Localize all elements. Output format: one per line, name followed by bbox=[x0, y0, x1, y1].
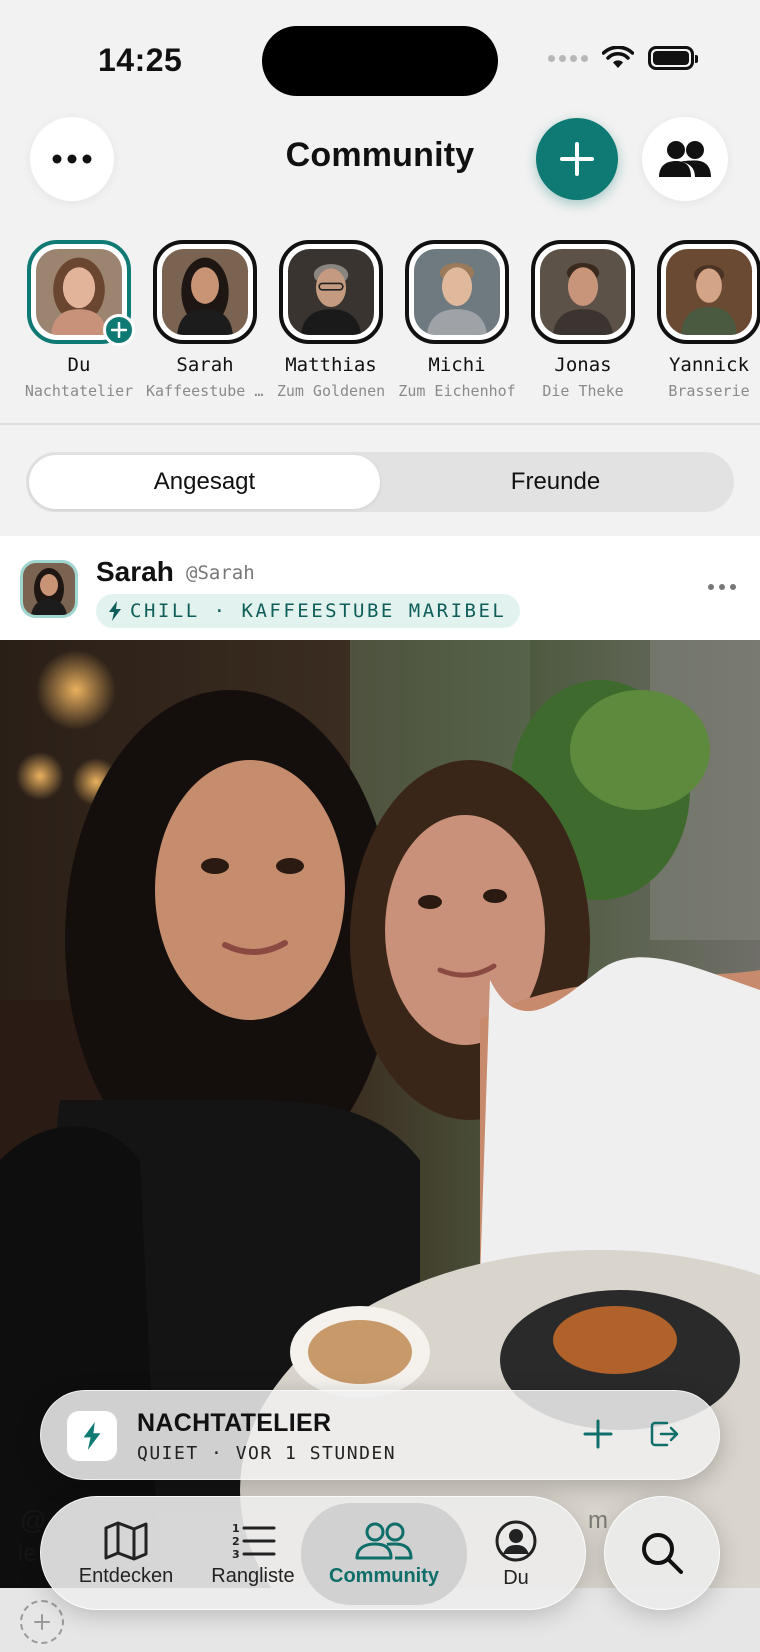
story-place: Nachtatelier bbox=[24, 382, 134, 400]
wifi-icon bbox=[602, 46, 634, 68]
exit-icon bbox=[650, 1421, 679, 1447]
story-place: Zum Goldenen bbox=[276, 382, 386, 400]
avatar bbox=[540, 249, 626, 335]
create-post-button[interactable] bbox=[536, 118, 618, 200]
checkout-button[interactable] bbox=[647, 1417, 681, 1456]
story-name: Du bbox=[67, 354, 91, 376]
current-place-status: QUIET · VOR 1 STUNDEN bbox=[137, 1443, 397, 1464]
avatar bbox=[414, 249, 500, 335]
stories-row: Du Nachtatelier Sarah Kaffeestube Maribe… bbox=[25, 240, 760, 400]
story-item-matthias[interactable]: Matthias Zum Goldenen bbox=[277, 240, 385, 400]
tab-leaderboard[interactable]: 1 2 3 Rangliste bbox=[191, 1503, 315, 1605]
post-caption: @ bbox=[20, 1505, 47, 1535]
status-time: 14:25 bbox=[98, 42, 183, 78]
story-item-du[interactable]: Du Nachtatelier bbox=[25, 240, 135, 400]
profile-icon bbox=[495, 1520, 537, 1561]
avatar bbox=[162, 249, 248, 335]
status-indicators bbox=[548, 46, 698, 70]
story-item-sarah[interactable]: Sarah Kaffeestube Maribel bbox=[146, 240, 264, 400]
search-icon bbox=[642, 1533, 683, 1574]
tab-label: Community bbox=[329, 1564, 439, 1587]
post-author-name[interactable]: Sarah bbox=[96, 556, 174, 588]
bolt-icon bbox=[109, 601, 121, 621]
svg-text:1: 1 bbox=[232, 1522, 240, 1535]
dot bbox=[719, 584, 725, 590]
plus-icon bbox=[111, 322, 127, 338]
story-item-jonas[interactable]: Jonas Die Theke bbox=[530, 240, 636, 400]
feed-segmented-control: Angesagt Freunde bbox=[26, 452, 734, 512]
story-avatar-frame bbox=[657, 240, 760, 344]
tab-discover[interactable]: Entdecken bbox=[61, 1503, 191, 1605]
story-name: Matthias bbox=[285, 354, 377, 376]
plus-icon bbox=[560, 142, 594, 176]
story-place: Brasserie bbox=[668, 382, 750, 400]
avatar bbox=[23, 563, 75, 615]
dynamic-island bbox=[262, 26, 498, 96]
tab-label: Du bbox=[503, 1566, 529, 1589]
story-avatar-frame bbox=[531, 240, 635, 344]
post-caption-tail: m bbox=[588, 1507, 608, 1534]
add-story-badge[interactable] bbox=[103, 314, 135, 346]
tab-label: Rangliste bbox=[211, 1564, 295, 1587]
avatar bbox=[666, 249, 752, 335]
post-more-button[interactable] bbox=[708, 584, 736, 590]
segment-friends[interactable]: Freunde bbox=[380, 455, 731, 509]
post-header: Sarah @Sarah CHILL · KAFFEESTUBE MARIBEL bbox=[0, 536, 760, 640]
post-author-avatar[interactable] bbox=[20, 560, 78, 618]
story-avatar-frame bbox=[405, 240, 509, 344]
story-place: Die Theke bbox=[542, 382, 624, 400]
add-comment-button[interactable] bbox=[20, 1600, 64, 1644]
story-name: Yannick bbox=[668, 354, 750, 376]
dot bbox=[708, 584, 714, 590]
numbered-list-icon: 1 2 3 bbox=[232, 1522, 276, 1561]
tab-me[interactable]: Du bbox=[461, 1503, 571, 1605]
place-vibe-icon bbox=[67, 1411, 117, 1461]
svg-text:3: 3 bbox=[232, 1548, 240, 1561]
friends-button[interactable] bbox=[642, 117, 728, 201]
battery-icon bbox=[648, 46, 698, 70]
divider bbox=[0, 423, 760, 425]
search-button[interactable] bbox=[604, 1496, 720, 1610]
story-avatar-frame bbox=[279, 240, 383, 344]
story-item-michi[interactable]: Michi Zum Eichenhof bbox=[398, 240, 516, 400]
post-author-handle[interactable]: @Sarah bbox=[186, 562, 255, 584]
plus-icon bbox=[34, 1614, 50, 1630]
dot bbox=[730, 584, 736, 590]
signal-icon bbox=[548, 54, 588, 62]
story-avatar-frame bbox=[27, 240, 135, 346]
people-icon bbox=[355, 1522, 413, 1559]
post-caption-line2: le bbox=[18, 1540, 37, 1567]
post-vibe-tag[interactable]: CHILL · KAFFEESTUBE MARIBEL bbox=[96, 594, 521, 628]
story-name: Michi bbox=[428, 354, 486, 376]
avatar bbox=[288, 249, 374, 335]
people-icon bbox=[659, 141, 711, 177]
story-place: Kaffeestube Maribel bbox=[146, 382, 264, 400]
tab-label: Entdecken bbox=[78, 1564, 174, 1587]
story-place: Zum Eichenhof bbox=[398, 382, 516, 400]
map-icon bbox=[104, 1521, 148, 1560]
story-avatar-frame bbox=[153, 240, 257, 344]
story-name: Sarah bbox=[176, 354, 234, 376]
current-place-name: NACHTATELIER bbox=[137, 1409, 332, 1437]
svg-text:2: 2 bbox=[232, 1535, 240, 1548]
tab-bar: Entdecken 1 2 3 Rangliste Community Du bbox=[40, 1496, 586, 1610]
plus-icon bbox=[583, 1419, 613, 1449]
story-item-yannick[interactable]: Yannick Brasserie bbox=[656, 240, 760, 400]
segment-trending[interactable]: Angesagt bbox=[29, 455, 380, 509]
post-vibe-text: CHILL · KAFFEESTUBE MARIBEL bbox=[130, 600, 507, 622]
story-name: Jonas bbox=[554, 354, 612, 376]
bolt-icon bbox=[83, 1422, 101, 1450]
place-add-button[interactable] bbox=[581, 1417, 615, 1456]
tab-community[interactable]: Community bbox=[301, 1503, 467, 1605]
current-place-bar[interactable]: NACHTATELIER QUIET · VOR 1 STUNDEN bbox=[40, 1390, 720, 1480]
